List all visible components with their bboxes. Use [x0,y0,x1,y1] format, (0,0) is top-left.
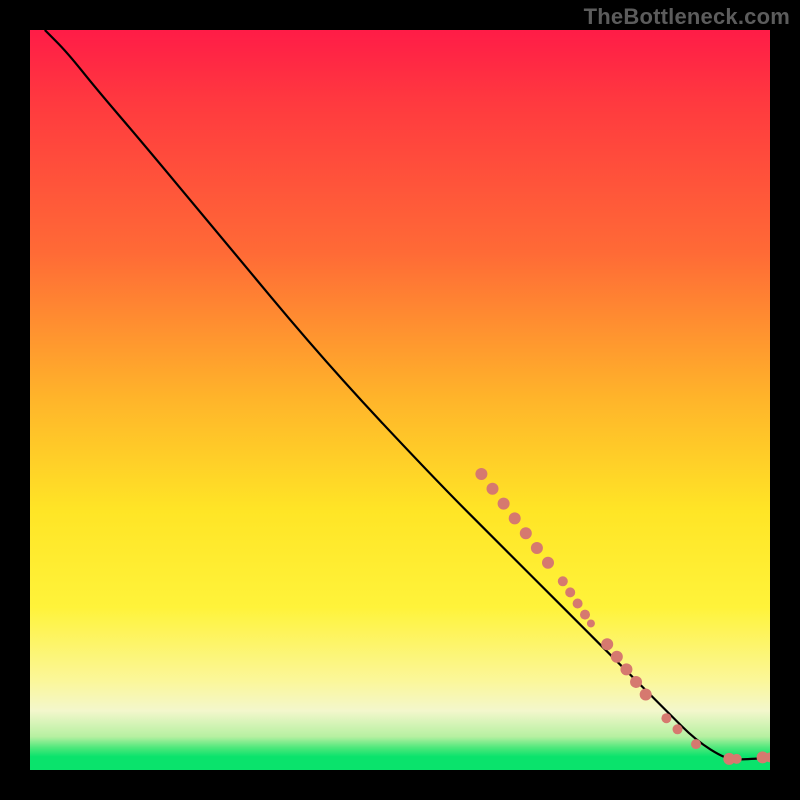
data-point [587,619,595,627]
data-point [475,468,487,480]
data-points [475,468,770,765]
data-point [620,663,632,675]
data-point [565,587,575,597]
data-point [542,557,554,569]
data-point [611,651,623,663]
data-point [732,754,742,764]
data-point [573,599,583,609]
data-point [640,689,652,701]
plot-area [30,30,770,770]
data-point [601,638,613,650]
data-point [558,576,568,586]
data-point [673,724,683,734]
data-point [531,542,543,554]
data-point [509,512,521,524]
chart-svg [30,30,770,770]
bottleneck-curve [45,30,763,759]
watermark-text: TheBottleneck.com [584,4,790,30]
data-point [691,739,701,749]
data-point [580,610,590,620]
data-point [487,483,499,495]
data-point [520,527,532,539]
data-point [498,498,510,510]
data-point [630,676,642,688]
chart-frame: TheBottleneck.com [0,0,800,800]
data-point [661,713,671,723]
